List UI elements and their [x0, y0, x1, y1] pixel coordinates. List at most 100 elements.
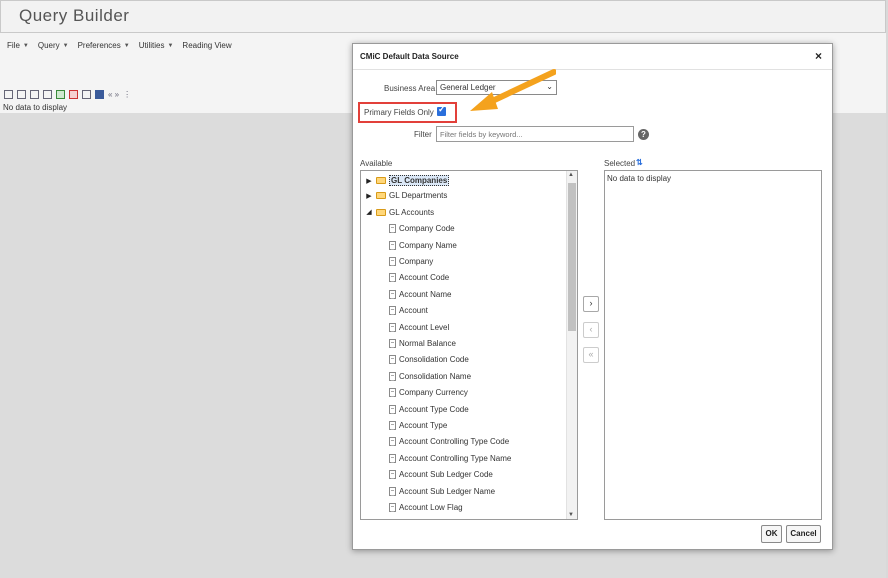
expanded-icon[interactable]: ◢: [365, 208, 373, 216]
annotation-arrow-icon: [470, 69, 556, 111]
insert-column-icon[interactable]: [4, 90, 13, 99]
menu-reading-view[interactable]: Reading View: [182, 41, 231, 50]
tree-field-label: Account Level: [399, 322, 450, 332]
document-icon: [389, 240, 396, 250]
selected-fields-list[interactable]: No data to display: [604, 170, 822, 520]
business-area-label: Business Area: [384, 84, 436, 93]
folder-icon: [376, 177, 386, 184]
document-icon: [389, 257, 396, 266]
chevron-down-icon: ▼: [123, 42, 130, 49]
tree-field-item[interactable]: Company Currency: [389, 388, 468, 398]
tree-field-label: Account Controlling Type Name: [399, 453, 512, 463]
tree-field-item[interactable]: Account Type Code: [389, 404, 469, 414]
tree-field-label: Consolidation Code: [399, 355, 469, 365]
tree-field-item[interactable]: Account Code: [389, 273, 449, 283]
help-icon[interactable]: ?: [638, 129, 649, 140]
app-title-bar: Query Builder: [0, 0, 886, 33]
tree-field-item[interactable]: Normal Balance: [389, 339, 456, 348]
primary-fields-label: Primary Fields Only: [364, 108, 434, 117]
available-label: Available: [360, 159, 393, 168]
collapsed-icon[interactable]: ▶: [365, 192, 373, 200]
more-icon[interactable]: ⋮: [123, 90, 131, 99]
sort-selected-icon[interactable]: ⇅: [636, 158, 645, 167]
tree-field-item[interactable]: Consolidation Code: [389, 355, 469, 365]
tree-field-label: Company Code: [399, 224, 455, 234]
tree-field-item[interactable]: Account Level: [389, 322, 450, 332]
tree-field-item[interactable]: Account Controlling Type Name: [389, 453, 512, 463]
document-icon: [389, 503, 396, 512]
tree-field-label: Company: [399, 257, 434, 266]
prev-next-icon[interactable]: « »: [108, 90, 119, 99]
tree-field-label: Account Sub Ledger Code: [399, 470, 493, 480]
document-icon: [389, 339, 396, 348]
sort-asc-icon[interactable]: [17, 90, 26, 99]
move-right-button[interactable]: ›: [583, 296, 599, 312]
grid-icon[interactable]: [95, 90, 104, 99]
selected-label: Selected: [604, 159, 636, 168]
tree-folder-label: GL Departments: [389, 191, 448, 201]
selected-no-data: No data to display: [607, 174, 672, 183]
tree-field-item[interactable]: Company: [389, 257, 433, 266]
menu-preferences[interactable]: Preferences ▼: [78, 41, 130, 50]
ok-button[interactable]: OK: [761, 525, 782, 543]
scroll-down-icon[interactable]: ▼: [568, 512, 574, 518]
tree-field-item[interactable]: Account Name: [389, 289, 452, 299]
tree-field-item[interactable]: Company Name: [389, 240, 457, 250]
excel-icon[interactable]: [56, 90, 65, 99]
document-icon: [389, 486, 396, 496]
pdf-icon[interactable]: [69, 90, 78, 99]
cancel-button[interactable]: Cancel: [786, 525, 821, 543]
document-icon: [389, 371, 396, 381]
tree-field-item[interactable]: Account Controlling Type Code: [389, 437, 509, 447]
tree-scrollbar[interactable]: ▲ ▼: [566, 171, 577, 519]
document-icon: [389, 437, 396, 447]
move-left-button[interactable]: ‹: [583, 322, 599, 338]
document-icon: [389, 355, 396, 365]
copy-icon[interactable]: [82, 90, 91, 99]
tree-folder-label: GL Companies: [389, 175, 450, 186]
dialog-header: CMiC Default Data Source ×: [353, 44, 832, 70]
filter-label: Filter: [414, 130, 432, 139]
tree-field-item[interactable]: Company Code: [389, 224, 455, 234]
tree-field-item[interactable]: Account Low Flag: [389, 503, 463, 512]
document-icon: [389, 388, 396, 398]
tree-field-item[interactable]: Account Type: [389, 421, 447, 430]
available-fields-tree[interactable]: ▶ GL Companies ▶ GL Departments ◢ GL Accounts…: [360, 170, 578, 520]
tree-field-item[interactable]: Consolidation Name: [389, 371, 472, 381]
folder-icon: [376, 192, 386, 200]
tree-field-label: Account Sub Ledger Name: [399, 486, 496, 496]
tree-field-label: Account Name: [399, 289, 452, 299]
menu-utilities[interactable]: Utilities ▼: [139, 41, 174, 50]
tree-field-item[interactable]: Account Sub Ledger Name: [389, 486, 496, 496]
menu-utilities-label: Utilities: [138, 41, 165, 50]
tree-field-item[interactable]: Account: [389, 306, 428, 316]
tree-field-label: Account Low Flag: [399, 503, 463, 512]
tree-field-label: Account Type Code: [399, 404, 469, 414]
tree-field-label: Company Currency: [399, 388, 468, 398]
collapsed-icon[interactable]: ▶: [365, 177, 373, 185]
menu-preferences-label: Preferences: [77, 41, 121, 50]
document-icon: [389, 224, 396, 234]
grid-toolbar: « » ⋮: [4, 90, 131, 99]
tree-field-label: Normal Balance: [399, 339, 456, 348]
menu-file-label: File: [7, 41, 20, 50]
tree-field-label: Consolidation Name: [399, 371, 472, 381]
tree-folder[interactable]: ▶ GL Departments: [365, 191, 447, 200]
tree-folder[interactable]: ▶ GL Companies: [365, 175, 450, 186]
dialog-title: CMiC Default Data Source: [360, 52, 459, 61]
sort-desc-icon[interactable]: [30, 90, 39, 99]
menu-file[interactable]: File ▼: [7, 41, 29, 50]
filter-icon[interactable]: [43, 90, 52, 99]
menu-query[interactable]: Query ▼: [38, 41, 69, 50]
move-all-left-button[interactable]: «: [583, 347, 599, 363]
tree-folder[interactable]: ◢ GL Accounts: [365, 208, 434, 217]
scroll-thumb[interactable]: [568, 183, 576, 331]
tree-folder-label: GL Accounts: [389, 207, 435, 217]
tree-field-label: Account: [399, 306, 428, 316]
tree-field-item[interactable]: Account Sub Ledger Code: [389, 470, 493, 480]
scroll-up-icon[interactable]: ▲: [568, 172, 574, 178]
document-icon: [389, 289, 396, 299]
filter-input[interactable]: Filter fields by keyword...: [436, 126, 634, 142]
primary-fields-checkbox[interactable]: [437, 104, 446, 116]
close-icon[interactable]: ×: [815, 49, 822, 63]
